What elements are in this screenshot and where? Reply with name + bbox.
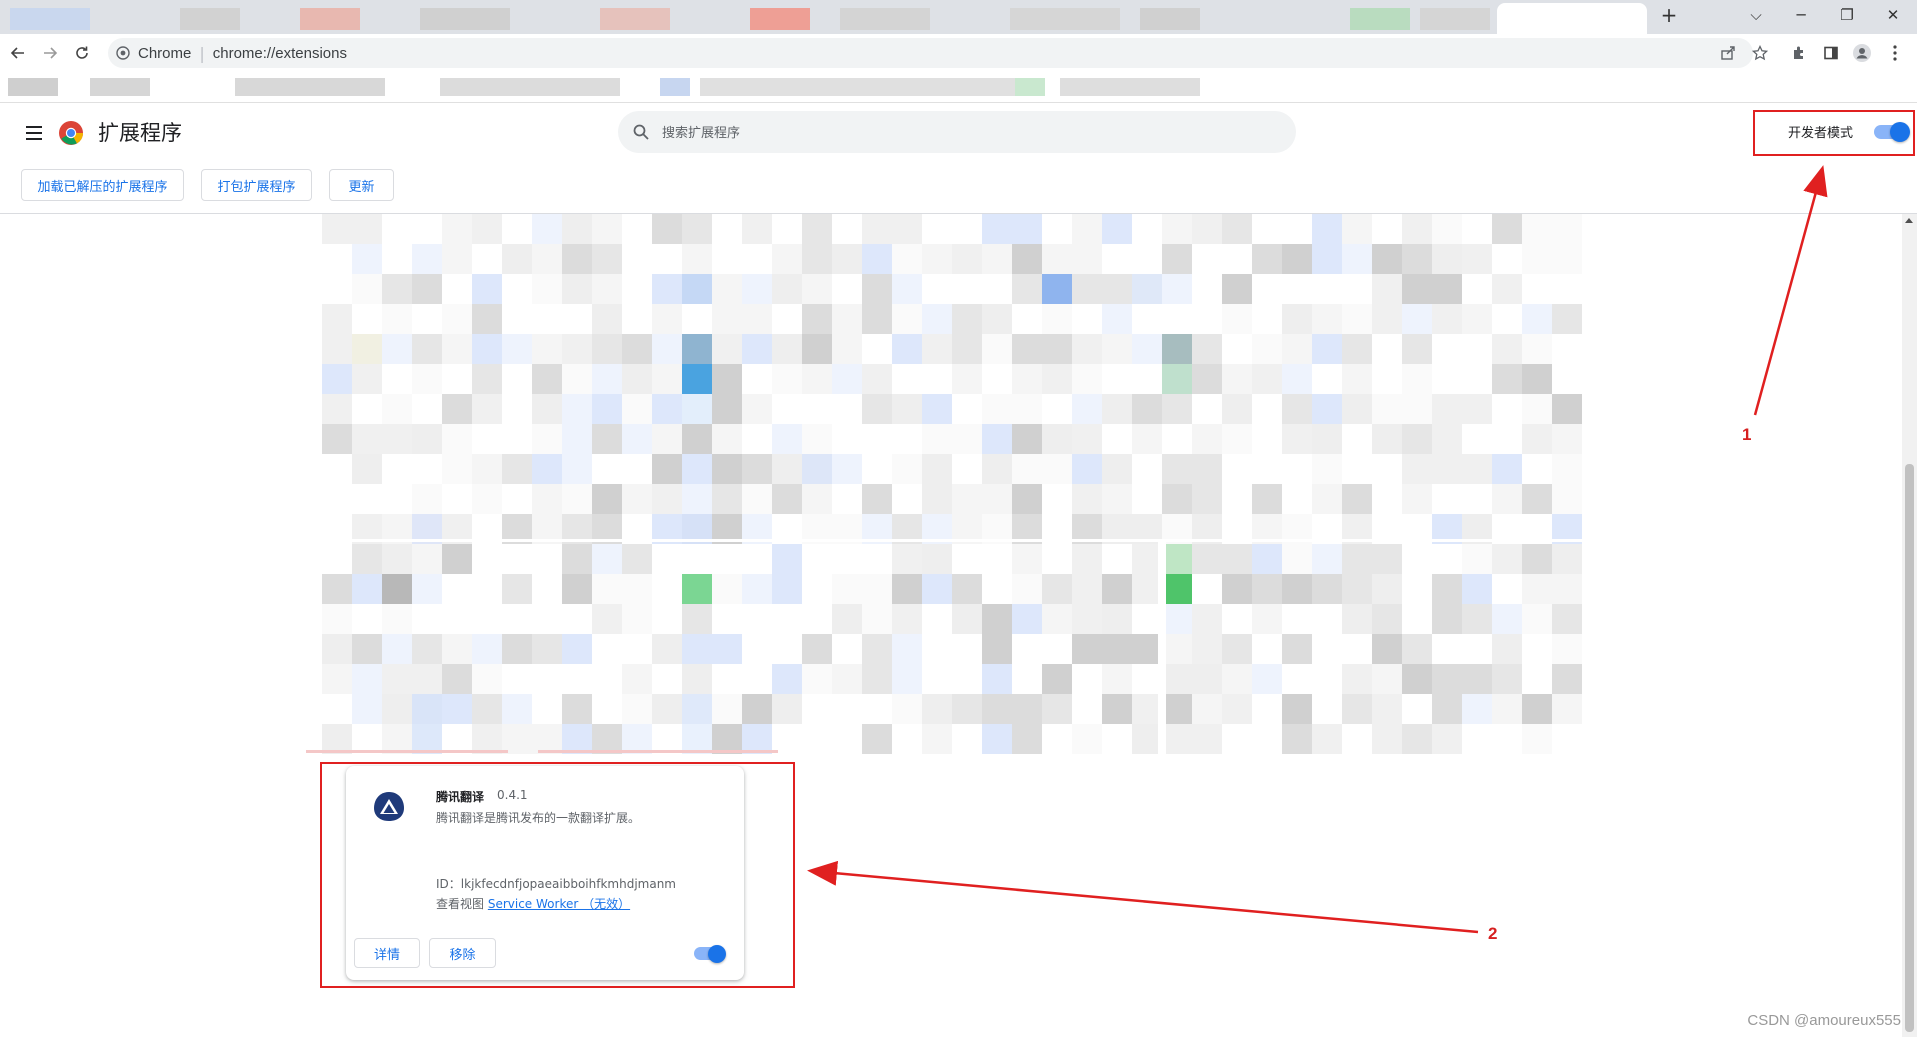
annotation-number-2: 2	[1488, 924, 1498, 943]
arrow-1	[1753, 165, 1828, 416]
annotation-number-1: 1	[1742, 425, 1752, 444]
arrow-2	[807, 860, 1479, 934]
watermark: CSDN @amoureux555	[1747, 1012, 1901, 1029]
annotation-arrows	[807, 165, 1828, 934]
